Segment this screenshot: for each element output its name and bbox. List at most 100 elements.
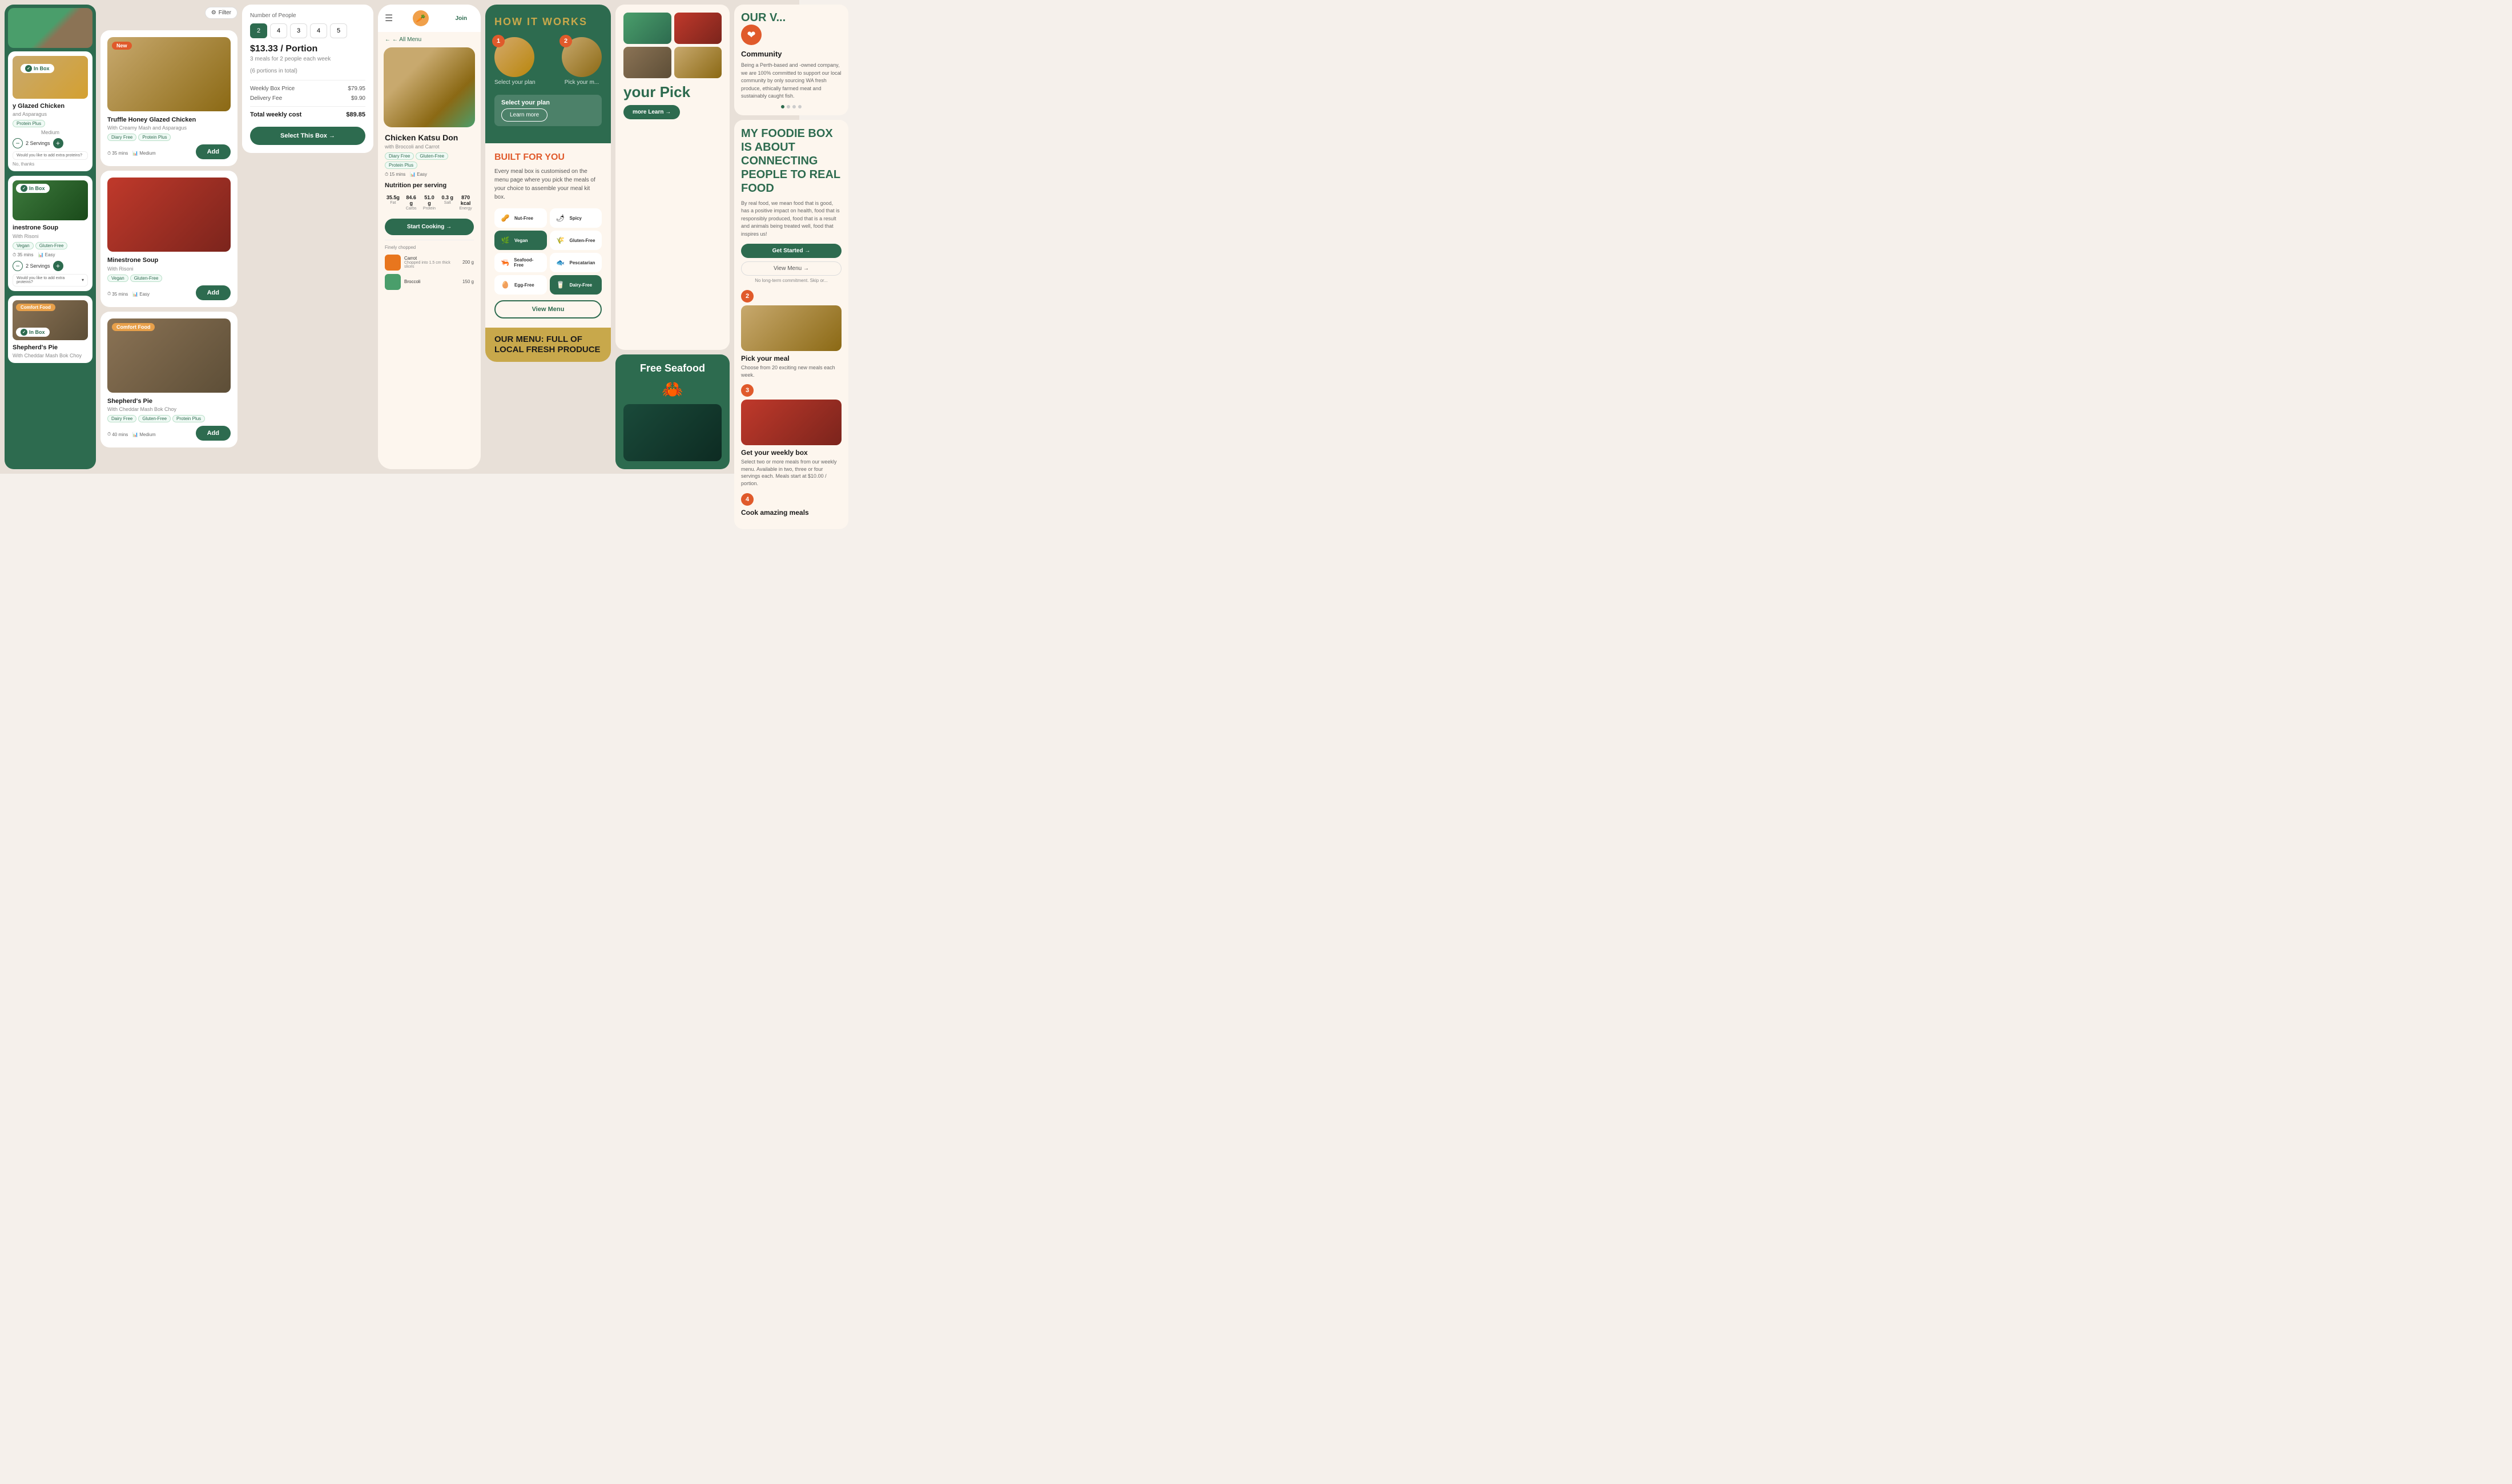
total-label: Total weekly cost (250, 111, 301, 118)
view-menu-btn-2[interactable]: View Menu → (741, 261, 842, 276)
mobile-content: Chicken Katsu Don with Broccoli and Carr… (378, 127, 481, 297)
minestrone-tags: Vegan Gluten-Free (107, 275, 231, 282)
portions-total: (6 portions in total) (250, 68, 365, 74)
spicy-item[interactable]: 🌶 Spicy (550, 208, 602, 228)
shepherd-time: ⏱ 40 mins (107, 432, 128, 437)
protein-dropdown-2[interactable]: Would you like to add extra proteins? ▾ (13, 274, 88, 287)
protein-plus-tag-2: Protein Plus (138, 134, 171, 141)
weekly-box-img (741, 400, 842, 445)
dots-indicator (741, 105, 842, 108)
decrease-servings-btn[interactable]: − (13, 138, 23, 148)
minestrone-title: Minestrone Soup (107, 256, 231, 264)
servings-control: − 2 Servings + (13, 138, 88, 148)
step-3-text: Select two or more meals from our weekly… (741, 458, 842, 487)
minestrone-subtitle: With Risoni (107, 266, 231, 272)
start-cooking-btn[interactable]: Start Cooking → (385, 219, 474, 235)
carbs-value: 84.6 g (404, 195, 418, 206)
dish-subtitle: with Broccoli and Carrot (385, 144, 474, 150)
shepherd-img-wrapper: Comfort Food (107, 318, 231, 393)
decrease-servings-btn-2[interactable]: − (13, 261, 23, 271)
truffle-diff: 📊 Medium (132, 151, 155, 156)
nutrition-grid: 35.5g Fat 84.6 g Carbs 51.0 g Protein (385, 192, 474, 213)
pescatarian-item[interactable]: 🐟 Pescatarian (550, 253, 602, 272)
fat-value: 35.5g (386, 195, 400, 200)
dairy-free-item[interactable]: 🥛 Dairy-Free (550, 275, 602, 295)
back-link[interactable]: ← ← All Menu (378, 32, 481, 47)
portion-5-btn[interactable]: 5 (330, 23, 347, 38)
minestrone-tags-left: Vegan Gluten-Free (13, 242, 88, 249)
seafood-free-label: Seafood-Free (514, 257, 542, 268)
more-learn-btn[interactable]: more Learn → (623, 105, 680, 119)
minestrone-in-box: ✓ In Box (16, 184, 50, 193)
step-3-badge: 3 (741, 384, 754, 397)
dot-2 (787, 105, 790, 108)
pp-tag-dish: Protein Plus (385, 162, 417, 169)
minestrone-add-btn[interactable]: Add (196, 285, 231, 300)
delivery-value: $9.90 (351, 95, 365, 102)
protein-dropdown[interactable]: Would you like to add extra proteins? (13, 151, 88, 160)
gluten-free-tag: Gluten-Free (35, 242, 68, 249)
select-box-btn[interactable]: Select This Box → (250, 127, 365, 145)
total-value: $89.85 (346, 111, 365, 118)
gluten-free-icon: 🌾 (554, 234, 567, 247)
recipe-cards-col: ⚙ Filter New Truffle Honey Glazed Chicke… (100, 5, 237, 469)
truffle-time: ⏱ 35 mins (107, 151, 128, 156)
increase-servings-btn-2[interactable]: + (53, 261, 63, 271)
seafood-free-item[interactable]: 🦐 Seafood-Free (494, 253, 547, 272)
hamburger-icon[interactable]: ☰ (385, 13, 393, 24)
check-icon-2: ✓ (21, 185, 27, 192)
delivery-row: Delivery Fee $9.90 (250, 94, 365, 103)
increase-servings-btn[interactable]: + (53, 138, 63, 148)
portion-4a-btn[interactable]: 4 (270, 23, 287, 38)
get-started-btn[interactable]: Get Started → (741, 244, 842, 258)
shepherd-tags: Dairy Free Gluten-Free Protein Plus (107, 415, 231, 422)
truffle-add-btn[interactable]: Add (196, 144, 231, 159)
portion-2-btn[interactable]: 2 (250, 23, 267, 38)
vegan-dietary-item[interactable]: 🌿 Vegan (494, 231, 547, 250)
broccoli-ingredient: Broccoli 150 g (385, 272, 474, 292)
broccoli-info: Broccoli (404, 279, 459, 284)
filter-button[interactable]: ⚙ Filter (205, 7, 237, 19)
glazed-chicken-subtitle: and Asparagus (13, 111, 88, 117)
nut-free-item[interactable]: 🥜 Nut-Free (494, 208, 547, 228)
servings-count-2: 2 Servings (26, 263, 50, 269)
shepherd-in-box: ✓ In Box (16, 328, 50, 337)
portion-4b-btn[interactable]: 4 (310, 23, 327, 38)
step-1-wrapper: 1 Select your plan (494, 37, 536, 86)
step-2-badge: 2 (741, 290, 754, 303)
shepherd-meta-row: ⏱ 40 mins 📊 Medium Add (107, 426, 231, 441)
truffle-chicken-card: New Truffle Honey Glazed Chicken With Cr… (100, 30, 237, 166)
carrot-icon (385, 255, 401, 271)
pescatarian-icon: 🐟 (554, 256, 567, 269)
pick-meal-col: your Pick more Learn → Free Seafood 🦀 (615, 5, 730, 469)
step-2-section: 2 Pick your meal Choose from 20 exciting… (741, 290, 842, 378)
katsu-dish-img (384, 47, 475, 127)
join-btn[interactable]: Join (448, 13, 474, 24)
step-1-number: 1 (492, 35, 505, 47)
carrot-info: Carrot Chopped into 1.5 cm thick slices (404, 256, 459, 269)
salt-label: Salt (440, 201, 454, 205)
built-title: BUILT FOR YOU (494, 152, 602, 163)
gluten-free-item[interactable]: 🌾 Gluten-Free (550, 231, 602, 250)
carrot-amount: 200 g (462, 260, 474, 265)
filter-icon: ⚙ (211, 10, 216, 16)
egg-free-item[interactable]: 🥚 Egg-Free (494, 275, 547, 295)
protein-item: 51.0 g Protein (421, 192, 438, 213)
meal-photo-2 (674, 13, 722, 44)
num-people-label: Number of People (250, 13, 296, 19)
plan-text: Select your plan (501, 99, 595, 106)
built-for-you-section: BUILT FOR YOU Every meal box is customis… (485, 143, 611, 328)
truffle-title: Truffle Honey Glazed Chicken (107, 116, 231, 124)
step-2-number: 2 (559, 35, 572, 47)
truffle-tags: Diary Free Protein Plus (107, 134, 231, 141)
portion-3-btn[interactable]: 3 (290, 23, 307, 38)
shepherd-diff: 📊 Medium (132, 432, 155, 437)
truffle-subtitle: With Creamy Mash and Asparagus (107, 125, 231, 131)
minestrone-diff: 📊 Easy (132, 292, 150, 297)
comfort-badge-card: Comfort Food (112, 323, 155, 331)
new-badge: New (112, 42, 132, 50)
view-menu-btn[interactable]: View Menu (494, 300, 602, 318)
learn-more-btn[interactable]: Learn more (501, 108, 548, 122)
shepherd-add-btn[interactable]: Add (196, 426, 231, 441)
fat-label: Fat (386, 201, 400, 205)
